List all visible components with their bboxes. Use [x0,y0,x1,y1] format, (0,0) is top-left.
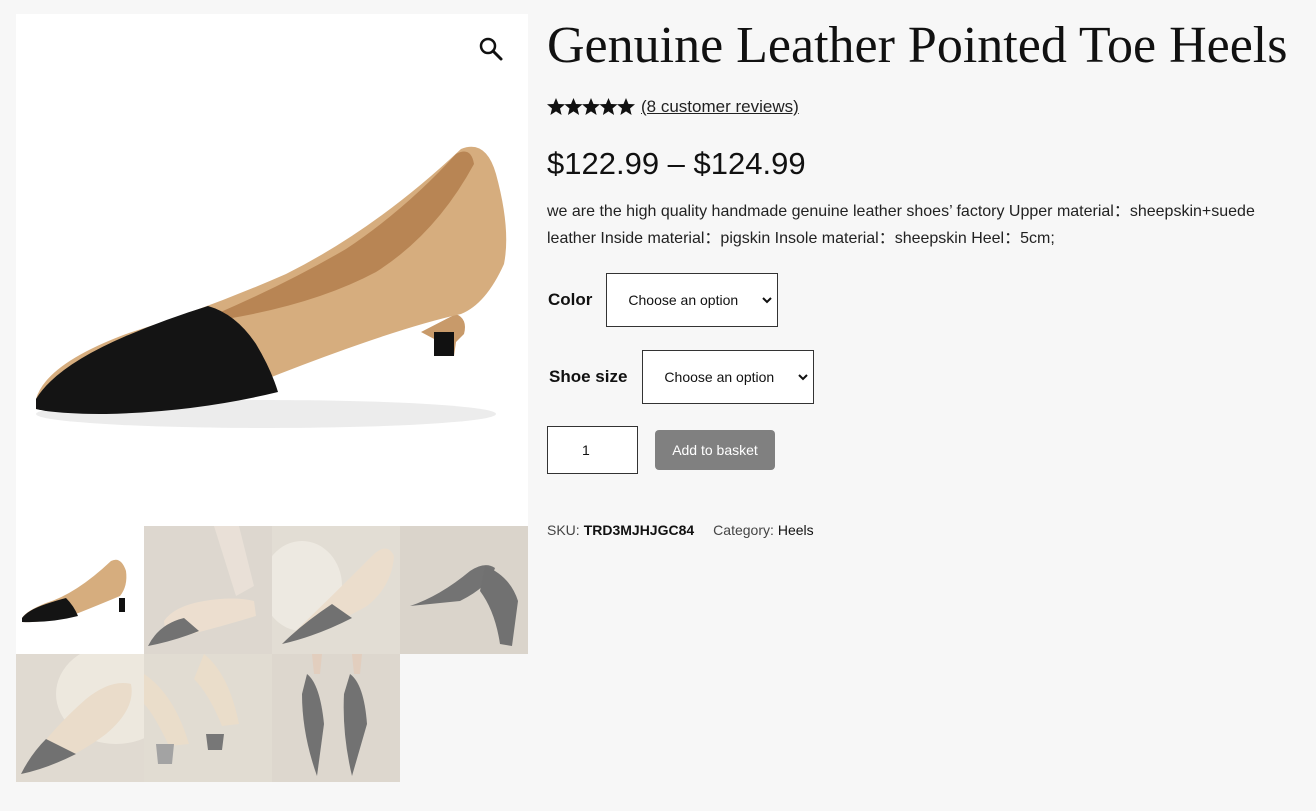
thumbnail-4[interactable] [400,526,528,654]
shoe-size-select-value: Choose an option [664,369,775,385]
size-variation-row: Shoe size Choose an option [547,349,1302,405]
customer-reviews-link[interactable]: (8 customer reviews) [641,97,799,117]
product-rating: (8 customer reviews) [547,96,1302,118]
thumbnail-3[interactable] [272,526,400,654]
shoe-size-select[interactable]: Choose an option [642,350,815,404]
thumbnail-6[interactable] [144,654,272,782]
product-variations: Color Choose an option Shoe size Choose … [547,272,1302,405]
thumbnail-7[interactable] [272,654,400,782]
color-select-value: Choose an option [628,292,739,308]
thumbnail-2[interactable] [144,526,272,654]
product-summary: Genuine Leather Pointed Toe Heels (8 cus… [547,14,1302,538]
thumb-shoe-image [400,526,528,654]
add-to-basket-button[interactable]: Add to basket [655,430,775,470]
product-title: Genuine Leather Pointed Toe Heels [547,17,1288,74]
category-link[interactable]: Heels [778,522,814,538]
thumb-shoe-image [144,654,272,782]
sku-value: TRD3MJHJGC84 [583,522,695,538]
product-price: $122.99 – $124.99 [547,146,806,181]
shoe-illustration [36,146,507,428]
main-product-image[interactable] [16,14,528,526]
chevron-down-icon [798,374,809,381]
add-to-cart-form: 1 Add to basket [547,426,1302,474]
product-meta: SKU: TRD3MJHJGC84 Category: Heels [547,522,1302,538]
thumb-shoe-image [16,654,144,782]
star-icon [547,98,635,115]
sku-label: SKU: [547,522,580,538]
category-label: Category: [713,522,774,538]
product-gallery [16,14,528,782]
thumbnail-1[interactable] [16,526,144,654]
color-label: Color [548,290,593,309]
chevron-down-icon [762,297,773,304]
thumb-shoe-image [16,526,144,654]
gallery-thumbnails [16,526,528,782]
thumbnail-5[interactable] [16,654,144,782]
quantity-input[interactable]: 1 [547,426,638,474]
product-description: we are the high quality handmade genuine… [547,203,1255,247]
thumb-shoe-image [272,654,400,782]
thumb-shoe-image [144,526,272,654]
magnifier-icon[interactable] [478,36,504,62]
star-rating [547,97,635,117]
thumb-shoe-image [272,526,400,654]
shoe-size-label: Shoe size [549,367,628,386]
color-variation-row: Color Choose an option [547,272,1302,328]
color-select[interactable]: Choose an option [606,273,779,327]
